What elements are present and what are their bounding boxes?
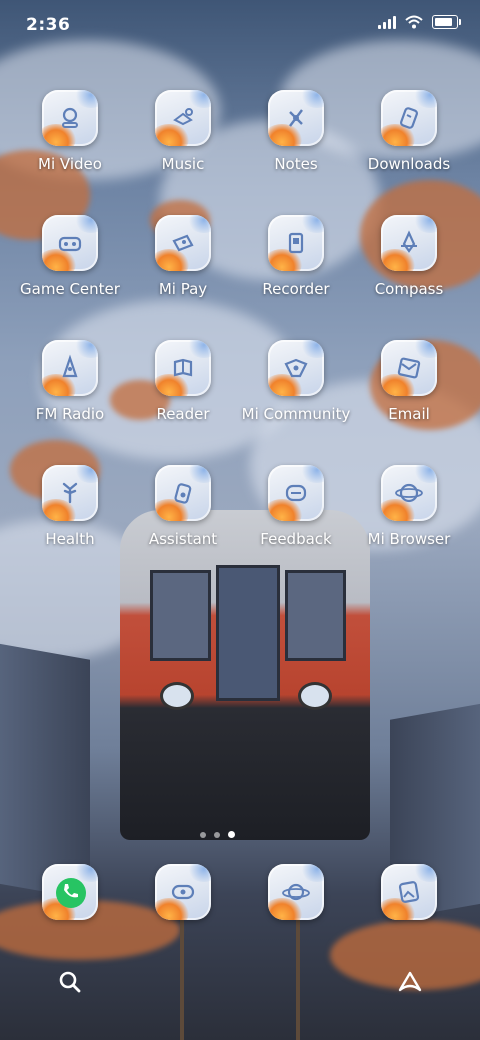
app-assistant[interactable]: Assistant (128, 465, 238, 548)
assistant-shortcut-button[interactable] (392, 964, 428, 1000)
app-label: Mi Browser (367, 530, 451, 548)
compass-icon (401, 230, 417, 253)
downloads-icon (400, 107, 418, 129)
app-label: Notes (274, 155, 318, 173)
app-compass[interactable]: Compass (354, 215, 464, 298)
assistant-icon (174, 483, 192, 504)
battery-icon (432, 15, 461, 29)
app-label: Health (45, 530, 95, 548)
cellular-signal-icon (378, 15, 396, 29)
search-icon (59, 971, 81, 993)
gamepad-icon (58, 236, 82, 252)
dock-icon[interactable] (381, 864, 437, 920)
wifi-icon (405, 15, 423, 29)
recorder-icon (288, 232, 304, 254)
status-time: 2:36 (26, 15, 71, 35)
health-icon (62, 482, 78, 504)
app-icon[interactable] (155, 215, 211, 271)
app-label: FM Radio (35, 405, 105, 423)
app-label: Mi Community (241, 405, 351, 423)
app-icon[interactable] (155, 340, 211, 396)
app-mi-pay[interactable]: Mi Pay (128, 215, 238, 298)
book-icon (173, 358, 193, 377)
browser-icon (395, 483, 423, 503)
app-icon[interactable] (42, 465, 98, 521)
app-label: Game Center (20, 280, 120, 298)
phone-icon (64, 884, 78, 898)
gallery-icon (398, 881, 420, 903)
dock-icon[interactable] (42, 864, 98, 920)
dock-messages[interactable] (128, 864, 238, 920)
app-label: Downloads (367, 155, 451, 173)
app-health[interactable]: Health (15, 465, 125, 548)
email-icon (397, 357, 421, 379)
app-game-center[interactable]: Game Center (15, 215, 125, 298)
video-icon (62, 107, 78, 128)
assistant-arch-icon (398, 971, 422, 992)
app-label: Mi Pay (158, 280, 208, 298)
community-icon (284, 358, 308, 378)
app-music[interactable]: Music (128, 90, 238, 173)
page-dot-active (228, 831, 235, 838)
app-label: Reader (156, 405, 210, 423)
app-label: Feedback (260, 530, 332, 548)
app-mi-video[interactable]: Mi Video (15, 90, 125, 173)
planet-icon (282, 883, 310, 901)
app-label: Mi Video (38, 155, 102, 173)
app-label: Compass (374, 280, 444, 298)
app-notes[interactable]: Notes (241, 90, 351, 173)
status-bar: 2:36 (0, 0, 480, 50)
app-reader[interactable]: Reader (128, 340, 238, 423)
search-button[interactable] (52, 964, 88, 1000)
app-icon[interactable] (268, 215, 324, 271)
page-dot (200, 831, 206, 838)
app-icon[interactable] (155, 90, 211, 146)
app-recorder[interactable]: Recorder (241, 215, 351, 298)
dock-browser[interactable] (241, 864, 351, 920)
app-icon[interactable] (268, 90, 324, 146)
app-icon[interactable] (42, 340, 98, 396)
dock-phone[interactable] (15, 864, 125, 920)
app-icon[interactable] (381, 465, 437, 521)
feedback-icon (285, 484, 307, 502)
app-icon[interactable] (381, 90, 437, 146)
dock-gallery[interactable] (354, 864, 464, 920)
app-icon[interactable] (268, 465, 324, 521)
chat-icon (171, 884, 195, 900)
app-icon[interactable] (381, 340, 437, 396)
app-icon[interactable] (381, 215, 437, 271)
app-icon[interactable] (155, 465, 211, 521)
page-dot (214, 831, 220, 838)
notes-icon (289, 109, 303, 127)
music-icon (173, 108, 193, 126)
app-mi-community[interactable]: Mi Community (241, 340, 351, 423)
dock-icon[interactable] (155, 864, 211, 920)
app-fm-radio[interactable]: FM Radio (15, 340, 125, 423)
dock-icon[interactable] (268, 864, 324, 920)
app-feedback[interactable]: Feedback (241, 465, 351, 548)
app-icon[interactable] (268, 340, 324, 396)
app-label: Assistant (148, 530, 218, 548)
app-icon[interactable] (42, 215, 98, 271)
app-icon[interactable] (42, 90, 98, 146)
radio-icon (62, 354, 78, 378)
app-label: Email (388, 405, 430, 423)
app-email[interactable]: Email (354, 340, 464, 423)
page-indicator (200, 831, 235, 838)
app-mi-browser[interactable]: Mi Browser (354, 465, 464, 548)
wallet-icon (172, 234, 194, 252)
app-downloads[interactable]: Downloads (354, 90, 464, 173)
app-label: Recorder (262, 280, 330, 298)
app-label: Music (161, 155, 205, 173)
